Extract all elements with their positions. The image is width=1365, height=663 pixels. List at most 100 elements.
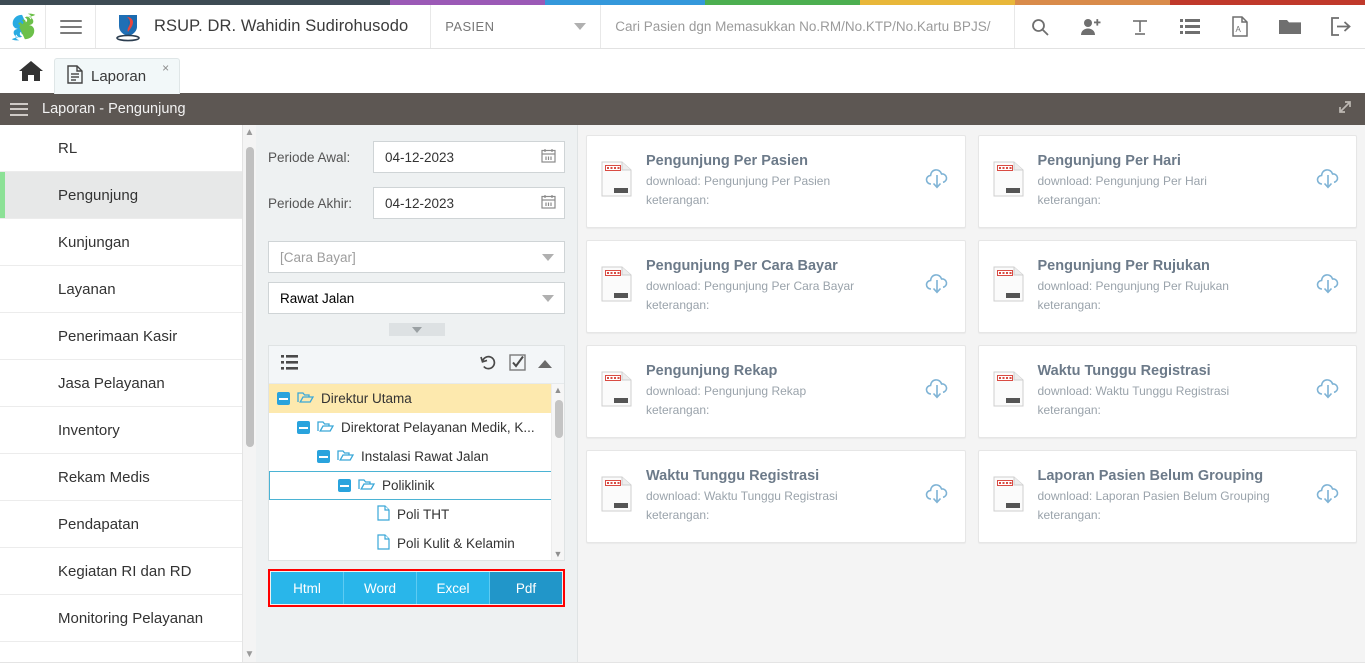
- close-icon[interactable]: ×: [162, 61, 169, 75]
- download-cloud-icon[interactable]: [925, 273, 949, 300]
- calendar-icon[interactable]: [541, 148, 556, 166]
- sidebar-item-kegiatan-ri-dan-rd[interactable]: Kegiatan RI dan RD: [0, 548, 256, 595]
- export-html-button[interactable]: Html: [271, 572, 344, 604]
- report-card[interactable]: Waktu Tunggu Registrasi download: Waktu T…: [586, 450, 966, 543]
- jenis-layanan-select[interactable]: Rawat Jalan: [268, 282, 565, 314]
- tree-node[interactable]: Instalasi Rawat Jalan: [269, 442, 564, 471]
- sidebar-item-label: Pendapatan: [58, 515, 139, 533]
- folder-icon[interactable]: [1265, 5, 1315, 49]
- report-card[interactable]: Pengunjung Per Pasien download: Pengunjun…: [586, 135, 966, 228]
- scroll-down-arrow[interactable]: ▼: [243, 649, 256, 660]
- download-cloud-icon[interactable]: [925, 168, 949, 195]
- report-card[interactable]: Waktu Tunggu Registrasi download: Waktu T…: [977, 345, 1357, 438]
- tree-toolbar: [269, 346, 564, 384]
- sidebar-item-kunjungan[interactable]: Kunjungan: [0, 219, 256, 266]
- periode-akhir-input[interactable]: 04-12-2023: [373, 187, 565, 219]
- check-all-icon[interactable]: [509, 353, 526, 376]
- chevron-up-icon[interactable]: [538, 356, 552, 374]
- report-card-title: Pengunjung Per Cara Bayar: [646, 258, 838, 275]
- report-card[interactable]: Pengunjung Per Cara Bayar download: Pengu…: [586, 240, 966, 333]
- report-card-text: Pengunjung Per Cara Bayar download: Pengu…: [646, 258, 911, 314]
- tree-node[interactable]: Poli Kulit & Kelamin: [269, 529, 564, 558]
- sidebar-item-layanan[interactable]: Layanan: [0, 266, 256, 313]
- search-category-select[interactable]: PASIEN: [431, 5, 602, 48]
- sidebar-item-pengunjung[interactable]: Pengunjung: [0, 172, 256, 219]
- sidebar-item-rl[interactable]: RL: [0, 125, 256, 172]
- expand-arrows-icon[interactable]: [1337, 99, 1353, 119]
- text-tool-icon[interactable]: [1115, 5, 1165, 49]
- scroll-up-arrow[interactable]: ▲: [243, 127, 256, 138]
- sidebar-item-jasa-pelayanan[interactable]: Jasa Pelayanan: [0, 360, 256, 407]
- sidebar-toggle-icon[interactable]: [10, 99, 28, 119]
- tree-collapse-toggle-icon[interactable]: [317, 450, 330, 463]
- report-card[interactable]: Pengunjung Per Hari download: Pengunjung …: [977, 135, 1357, 228]
- search-icon[interactable]: [1015, 5, 1065, 49]
- add-user-icon[interactable]: [1065, 5, 1115, 49]
- unit-tree-list[interactable]: Direktur Utama Direktorat Pelayanan Medik…: [269, 384, 564, 560]
- history-reset-icon[interactable]: [480, 354, 497, 376]
- tree-collapse-toggle-icon[interactable]: [297, 421, 310, 434]
- export-excel-button[interactable]: Excel: [417, 572, 490, 604]
- report-card[interactable]: Pengunjung Per Rujukan download: Pengunju…: [977, 240, 1357, 333]
- periode-akhir-row: Periode Akhir: 04-12-2023: [268, 187, 565, 219]
- report-document-icon: [601, 161, 632, 202]
- tree-node[interactable]: Direktur Utama: [269, 384, 564, 413]
- tab-laporan[interactable]: Laporan ×: [54, 58, 181, 94]
- tree-scroll-down-arrow[interactable]: ▼: [552, 549, 564, 559]
- sidebar-item-rekam-medis[interactable]: Rekam Medis: [0, 454, 256, 501]
- tree-scrollbar[interactable]: ▲ ▼: [551, 384, 564, 560]
- sidebar-item-pendapatan[interactable]: Pendapatan: [0, 501, 256, 548]
- download-cloud-icon[interactable]: [1316, 378, 1340, 405]
- chevron-down-icon: [542, 294, 554, 302]
- hamburger-menu-icon[interactable]: [46, 5, 96, 48]
- cara-bayar-value: [Cara Bayar]: [280, 249, 356, 265]
- tree-scroll-thumb[interactable]: [554, 400, 563, 438]
- sidebar-item-label: Monitoring Pelayanan: [58, 609, 204, 627]
- simrs-swirl-logo-svg: [11, 13, 35, 40]
- brand-title: RSUP. DR. Wahidin Sudirohusodo: [154, 17, 409, 35]
- download-cloud-icon[interactable]: [1316, 483, 1340, 510]
- report-card-title: Pengunjung Per Hari: [1037, 153, 1181, 170]
- hamburger-bars: [59, 16, 82, 38]
- global-search-field[interactable]: Cari Pasien dgn Memasukkan No.RM/No.KTP/…: [601, 5, 1015, 48]
- more-filters-handle[interactable]: [268, 323, 565, 336]
- list-view-icon[interactable]: [281, 354, 298, 375]
- download-cloud-icon[interactable]: [1316, 273, 1340, 300]
- download-cloud-icon[interactable]: [925, 483, 949, 510]
- tree-scroll-up-arrow[interactable]: ▲: [552, 385, 564, 395]
- cara-bayar-select[interactable]: [Cara Bayar]: [268, 241, 565, 273]
- report-document-icon: [993, 161, 1024, 202]
- report-card-text: Laporan Pasien Belum Grouping download: L…: [1038, 468, 1303, 524]
- sidebar-item-inventory[interactable]: Inventory: [0, 407, 256, 454]
- search-category-value: PASIEN: [445, 19, 495, 34]
- logout-icon[interactable]: [1315, 5, 1365, 49]
- tree-node-label: Poli Kulit & Kelamin: [397, 536, 515, 551]
- tree-node-label: Poliklinik: [382, 478, 435, 493]
- periode-awal-input[interactable]: 04-12-2023: [373, 141, 565, 173]
- simrs-swirl-logo[interactable]: [0, 5, 46, 48]
- export-word-button[interactable]: Word: [344, 572, 417, 604]
- sidebar-item-penerimaan-kasir[interactable]: Penerimaan Kasir: [0, 313, 256, 360]
- calendar-icon[interactable]: [541, 194, 556, 212]
- export-buttons-highlight: Html Word Excel Pdf: [268, 569, 565, 607]
- download-cloud-icon[interactable]: [1316, 168, 1340, 195]
- export-pdf-button[interactable]: Pdf: [490, 572, 562, 604]
- sidebar-item-monitoring-pelayanan[interactable]: Monitoring Pelayanan: [0, 595, 256, 642]
- tree-node[interactable]: Poliklinik: [269, 471, 564, 500]
- report-card-download: download: Pengunjung Per Rujukan: [1037, 279, 1229, 294]
- home-icon[interactable]: [8, 49, 54, 93]
- sidebar-scroll-thumb[interactable]: [246, 147, 254, 447]
- sidebar-scrollbar[interactable]: ▲ ▼: [242, 125, 256, 662]
- folder-open-icon: [297, 391, 315, 407]
- tree-collapse-toggle-icon[interactable]: [277, 392, 290, 405]
- tree-collapse-toggle-icon[interactable]: [338, 479, 351, 492]
- pdf-icon[interactable]: A: [1215, 5, 1265, 49]
- report-card[interactable]: Laporan Pasien Belum Grouping download: L…: [977, 450, 1357, 543]
- tree-node[interactable]: Poli THT: [269, 500, 564, 529]
- tree-node[interactable]: Direktorat Pelayanan Medik, K...: [269, 413, 564, 442]
- list-icon[interactable]: [1165, 5, 1215, 49]
- report-card[interactable]: Pengunjung Rekap download: Pengunjung Rek…: [586, 345, 966, 438]
- document-icon: [67, 65, 83, 88]
- download-cloud-icon[interactable]: [925, 378, 949, 405]
- sidebar-item-label: Inventory: [58, 421, 120, 439]
